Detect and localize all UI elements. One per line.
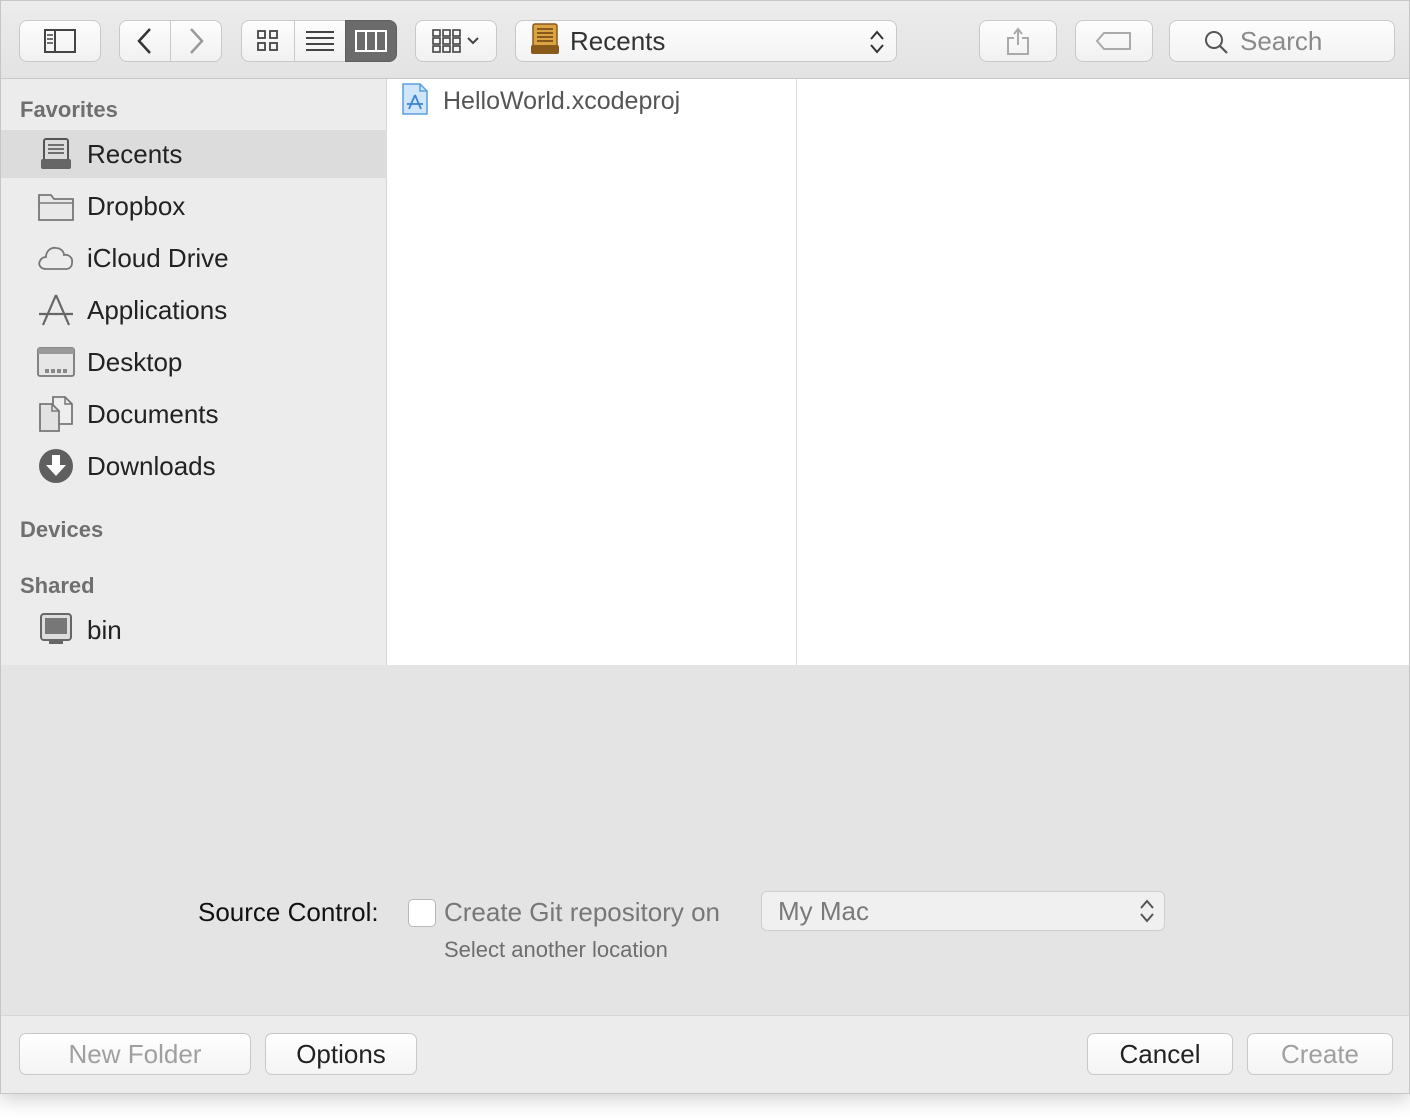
devices-header: Devices — [20, 517, 104, 542]
chevron-left-icon — [136, 27, 154, 55]
desktop-icon — [37, 343, 75, 381]
sidebar-icon — [44, 29, 76, 53]
save-dialog: Recents Search Favorites Recents Dropbox… — [0, 0, 1410, 1094]
xcodeproj-icon — [401, 82, 429, 120]
computer-icon — [37, 611, 75, 649]
columns-icon — [355, 30, 387, 52]
forward-button[interactable] — [170, 20, 222, 62]
tag-icon — [1096, 31, 1132, 51]
back-button[interactable] — [119, 20, 171, 62]
toolbar: Recents Search — [1, 1, 1409, 79]
git-location-value: My Mac — [778, 895, 869, 926]
sidebar-item-documents[interactable]: Documents — [1, 390, 387, 438]
sidebar-item-label: bin — [87, 614, 122, 645]
sidebar-item-icloud-drive[interactable]: iCloud Drive — [1, 234, 387, 282]
select-another-location-hint: Select another location — [444, 937, 668, 962]
search-field[interactable]: Search — [1169, 20, 1395, 62]
grid-icon — [257, 30, 279, 52]
options-button[interactable]: Options — [265, 1033, 417, 1075]
tags-button[interactable] — [1075, 20, 1153, 62]
browser-column-1[interactable]: HelloWorld.xcodeproj — [387, 79, 797, 665]
cloud-icon — [37, 239, 75, 277]
location-popup[interactable]: Recents — [515, 20, 897, 62]
share-button[interactable] — [979, 20, 1057, 62]
sidebar-item-label: Desktop — [87, 346, 183, 377]
bottom-bar: New Folder Options Cancel Create — [1, 1015, 1409, 1093]
list-icon — [305, 30, 335, 52]
git-location-popup[interactable]: My Mac — [761, 891, 1165, 931]
sidebar-item-bin[interactable]: bin — [1, 606, 387, 654]
chevron-right-icon — [187, 27, 205, 55]
options-panel: Source Control: Create Git repository on… — [1, 665, 1409, 1015]
sidebar-item-label: iCloud Drive — [87, 242, 229, 273]
column-view-button[interactable] — [345, 20, 397, 62]
sidebar-item-recents[interactable]: Recents — [1, 130, 387, 178]
sidebar-item-label: Downloads — [87, 450, 216, 481]
favorites-header: Favorites — [20, 97, 118, 122]
sidebar-item-applications[interactable]: Applications — [1, 286, 387, 334]
sidebar-item-downloads[interactable]: Downloads — [1, 442, 387, 490]
recents-icon — [530, 22, 560, 60]
search-icon — [1204, 30, 1228, 61]
group-by-button[interactable] — [415, 20, 497, 62]
updown-chevron-icon — [868, 29, 886, 60]
file-name: HelloWorld.xcodeproj — [443, 86, 681, 115]
group-grid-icon — [432, 29, 480, 53]
sidebar-item-label: Dropbox — [87, 190, 186, 221]
file-row[interactable]: HelloWorld.xcodeproj — [401, 82, 681, 120]
list-view-button[interactable] — [294, 20, 346, 62]
sidebar-item-label: Documents — [87, 398, 219, 429]
sidebar: Favorites Recents Dropbox iCloud Drive A… — [1, 79, 387, 665]
cancel-button[interactable]: Cancel — [1087, 1033, 1233, 1075]
source-control-label: Source Control: — [198, 897, 379, 927]
browser-column-2[interactable] — [797, 79, 1409, 665]
documents-icon — [37, 395, 75, 433]
share-icon — [1006, 26, 1030, 56]
sidebar-item-desktop[interactable]: Desktop — [1, 338, 387, 386]
git-repository-checkbox[interactable] — [408, 899, 436, 927]
updown-chevron-icon — [1138, 898, 1156, 931]
sidebar-item-label: Recents — [87, 138, 183, 169]
icon-view-button[interactable] — [241, 20, 295, 62]
shared-header: Shared — [20, 573, 95, 598]
new-folder-button[interactable]: New Folder — [19, 1033, 251, 1075]
folder-icon — [37, 187, 75, 225]
recents-icon — [37, 135, 75, 173]
toggle-sidebar-button[interactable] — [19, 20, 101, 62]
git-checkbox-label[interactable]: Create Git repository on — [444, 897, 720, 928]
create-button[interactable]: Create — [1247, 1033, 1393, 1075]
applications-icon — [37, 291, 75, 329]
download-icon — [37, 447, 75, 485]
search-placeholder: Search — [1240, 25, 1323, 56]
sidebar-item-dropbox[interactable]: Dropbox — [1, 182, 387, 230]
location-label: Recents — [570, 25, 666, 56]
sidebar-item-label: Applications — [87, 294, 228, 325]
